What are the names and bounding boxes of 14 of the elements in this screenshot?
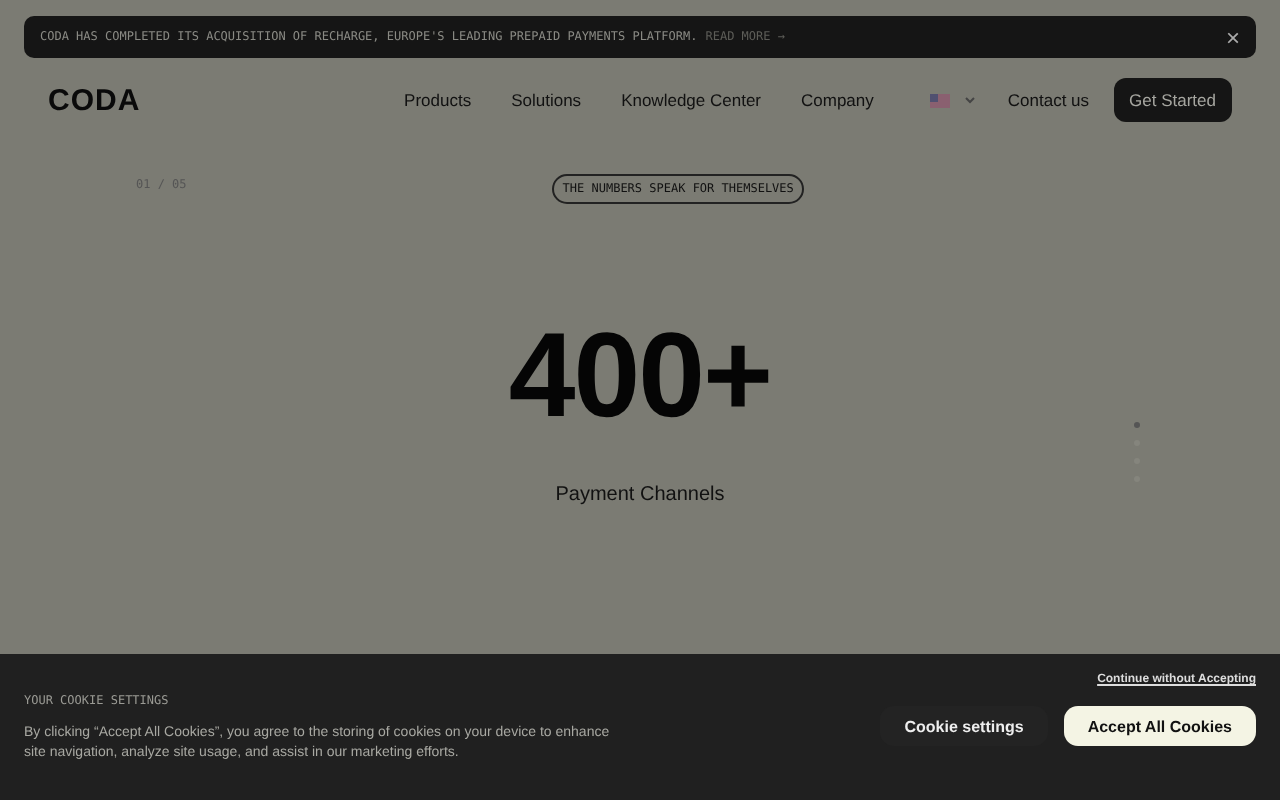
stat-value: 400+ bbox=[508, 306, 772, 444]
stat-caption: Payment Channels bbox=[555, 484, 725, 506]
nav-link[interactable]: Products bbox=[404, 90, 472, 110]
logo[interactable]: CODA bbox=[48, 83, 141, 117]
chevron-icon[interactable] bbox=[963, 96, 976, 104]
close-button[interactable]: × bbox=[1225, 23, 1240, 51]
accept-button[interactable]: Accept All Cookies bbox=[1063, 706, 1256, 746]
pager-dot[interactable] bbox=[1134, 422, 1140, 428]
contact-link[interactable]: Contact us bbox=[1007, 90, 1090, 110]
get-started-button[interactable]: Get Started bbox=[1113, 78, 1232, 122]
nav-link[interactable]: Solutions bbox=[511, 90, 582, 110]
nav-link[interactable]: Company bbox=[801, 90, 874, 110]
nav-link[interactable]: Knowledge Center bbox=[621, 90, 761, 110]
flag-icon[interactable] bbox=[929, 93, 950, 107]
